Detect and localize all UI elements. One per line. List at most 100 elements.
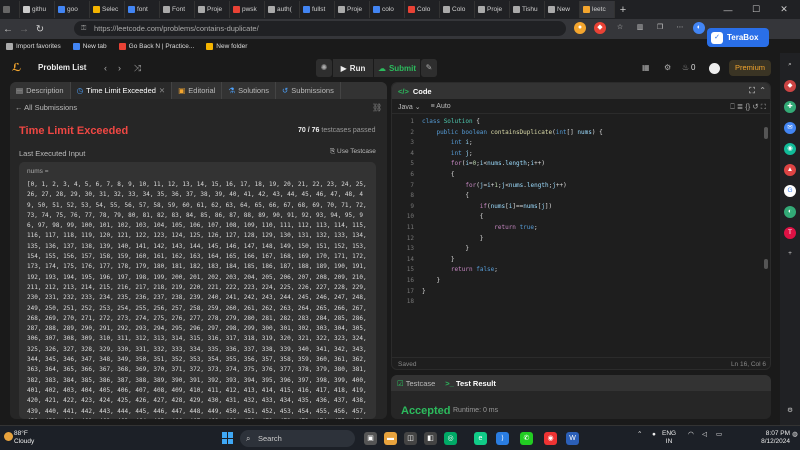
file-explorer-icon[interactable]: ▬: [384, 432, 397, 445]
code-line[interactable]: }: [422, 277, 440, 284]
tab-editorial[interactable]: ▣ Editorial: [172, 82, 223, 99]
sidebar-settings-icon[interactable]: ⚙: [784, 405, 796, 417]
app-icon[interactable]: ◉: [544, 432, 557, 445]
code-line[interactable]: {: [422, 213, 484, 220]
code-line[interactable]: for(i=0;i<nums.length;i++): [422, 160, 545, 167]
last-input-box[interactable]: nums = [0, 1, 2, 3, 4, 5, 6, 7, 8, 9, 10…: [19, 162, 376, 419]
volume-icon[interactable]: ◁: [702, 431, 707, 439]
outlook-icon[interactable]: ✉: [784, 122, 796, 134]
browser-tab[interactable]: font: [125, 1, 160, 18]
browser-tab[interactable]: Font: [160, 1, 195, 18]
settings-gear-icon[interactable]: ⚙: [664, 62, 671, 74]
submit-button[interactable]: ☁ Submit: [374, 59, 420, 77]
bookmark-item[interactable]: New tab: [72, 42, 107, 50]
leetcode-logo-icon[interactable]: ℒ: [12, 62, 23, 74]
browser-tab[interactable]: pwsk: [230, 1, 265, 18]
code-line[interactable]: return true;: [422, 224, 537, 231]
braces-icon[interactable]: {}: [745, 102, 750, 111]
extension-icon[interactable]: ◆: [594, 22, 606, 34]
reset-icon[interactable]: ↺: [752, 102, 758, 111]
weather-icon[interactable]: [4, 432, 13, 441]
code-line[interactable]: if(nums[i]==nums[j]): [422, 203, 552, 210]
code-line[interactable]: return false;: [422, 266, 498, 273]
close-window-button[interactable]: ✕: [770, 0, 798, 19]
premium-button[interactable]: Premium: [729, 60, 771, 76]
pinned-site-icon[interactable]: T: [784, 227, 796, 239]
tray-app-icon[interactable]: ●: [652, 431, 656, 439]
wifi-icon[interactable]: ◠: [688, 431, 694, 439]
browser-tab[interactable]: Colo: [405, 1, 440, 18]
code-area[interactable]: 1 class Solution {2 public boolean contai…: [392, 118, 764, 353]
browser-tab[interactable]: New: [545, 1, 580, 18]
system-clock[interactable]: 8:07 PM 8/12/2024: [750, 430, 790, 446]
problem-list-link[interactable]: Problem List: [38, 62, 86, 74]
browser-tab[interactable]: Colo: [440, 1, 475, 18]
editor-scrollbar-thumb[interactable]: [764, 259, 768, 269]
extension-icon[interactable]: ●: [574, 22, 586, 34]
tab-submissions[interactable]: ↺ Submissions: [276, 82, 341, 99]
tray-chevron-icon[interactable]: ⌃: [637, 431, 642, 439]
avatar[interactable]: [709, 63, 720, 74]
more-menu-icon[interactable]: ⋯: [674, 22, 686, 34]
battery-icon[interactable]: ▭: [716, 431, 722, 439]
use-testcase-button[interactable]: ⎘ Use Testcase: [330, 148, 376, 156]
browser-tab[interactable]: fullst: [300, 1, 335, 18]
browser-tab[interactable]: colo: [370, 1, 405, 18]
games-icon[interactable]: ◉: [784, 143, 796, 155]
debug-icon[interactable]: ✺: [316, 59, 332, 77]
address-bar-input[interactable]: ⚿ https://leetcode.com/problems/contains…: [74, 21, 566, 36]
browser-tab[interactable]: Tishu: [510, 1, 545, 18]
forward-arrow-icon[interactable]: →: [16, 24, 32, 35]
notification-icon[interactable]: ◍: [792, 431, 798, 439]
language-indicator[interactable]: ENG IN: [662, 430, 676, 446]
code-line[interactable]: {: [422, 171, 455, 178]
code-line[interactable]: }: [422, 256, 455, 263]
bookmark-item[interactable]: Import favorites: [6, 42, 61, 50]
browser-tab[interactable]: Selec: [90, 1, 125, 18]
extension-icon[interactable]: ◐: [784, 206, 796, 218]
vscode-icon[interactable]: ⟩: [496, 432, 509, 445]
app-icon[interactable]: ◧: [424, 432, 437, 445]
bookmark-item[interactable]: Go Back N | Practice...: [118, 42, 194, 50]
task-view-icon[interactable]: ▣: [364, 432, 377, 445]
browser-tab[interactable]: githu: [20, 1, 55, 18]
tab-testcase[interactable]: ☑ Testcase: [397, 379, 435, 388]
share-link-icon[interactable]: ⛓: [372, 103, 382, 112]
tools-icon[interactable]: ✚: [784, 101, 796, 113]
code-line[interactable]: public boolean containsDuplicate(int[] n…: [422, 129, 602, 136]
shopping-icon[interactable]: ◆: [784, 80, 796, 92]
tab-test-result[interactable]: >_ Test Result: [445, 379, 496, 388]
format-icon[interactable]: ≣: [737, 102, 743, 111]
auto-toggle[interactable]: ≡ Auto: [431, 103, 451, 110]
copilot-icon[interactable]: ◐: [693, 22, 705, 34]
browser-tab[interactable]: goo: [55, 1, 90, 18]
weather-widget[interactable]: 88°F Cloudy: [14, 430, 34, 446]
tab-solutions[interactable]: ⚗ Solutions: [222, 82, 276, 99]
collections-icon[interactable]: ❐: [654, 22, 666, 34]
language-select[interactable]: Java ⌄: [398, 103, 421, 111]
run-button[interactable]: ▶ Run: [333, 59, 373, 77]
fullscreen-icon[interactable]: ⛶: [761, 102, 766, 111]
terabox-button[interactable]: ✓ TeraBox: [707, 28, 769, 47]
browser-tab[interactable]: leetc: [580, 1, 615, 18]
code-line[interactable]: class Solution {: [422, 118, 480, 125]
layout-icon[interactable]: ▦: [642, 62, 650, 74]
maximize-button[interactable]: ☐: [742, 0, 770, 19]
reload-icon[interactable]: ↻: [32, 24, 48, 35]
maximize-panel-icon[interactable]: ⛶: [749, 86, 755, 95]
taskbar-search[interactable]: ⌕ Search: [240, 430, 355, 447]
tab-time-limit-exceeded[interactable]: ◷ Time Limit Exceeded ✕: [70, 82, 173, 99]
notes-icon[interactable]: ✎: [421, 59, 437, 77]
browser-tab[interactable]: Proje: [475, 1, 510, 18]
word-icon[interactable]: W: [566, 432, 579, 445]
site-info-icon[interactable]: ⚿: [81, 21, 86, 36]
code-line[interactable]: int j;: [422, 150, 473, 157]
split-screen-icon[interactable]: ▥: [634, 22, 646, 34]
app-icon[interactable]: ◫: [404, 432, 417, 445]
whatsapp-icon[interactable]: ✆: [520, 432, 533, 445]
tab-strip-menu[interactable]: [0, 1, 20, 18]
search-icon[interactable]: ⌕: [784, 59, 796, 71]
all-submissions-link[interactable]: ← All Submissions: [15, 103, 77, 112]
streak-fire-icon[interactable]: ♨: [682, 62, 689, 74]
shuffle-icon[interactable]: ⤨: [134, 62, 141, 74]
